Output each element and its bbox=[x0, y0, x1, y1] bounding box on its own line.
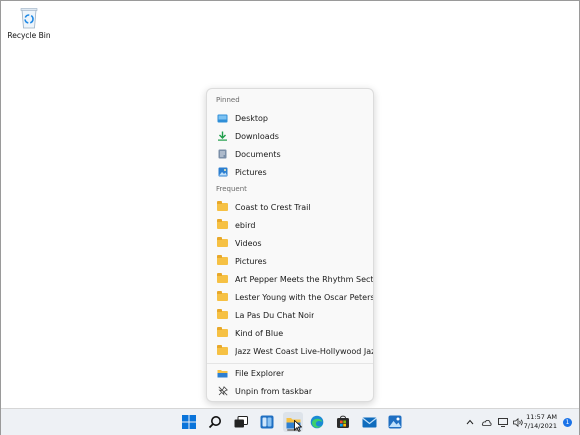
folder-icon bbox=[217, 237, 228, 247]
action-label: Unpin from taskbar bbox=[235, 386, 313, 396]
pinned-item-documents[interactable]: Documents bbox=[207, 145, 373, 163]
frequent-item-label: Videos bbox=[235, 238, 262, 248]
frequent-item-label: Pictures bbox=[235, 256, 267, 266]
frequent-item[interactable]: Kind of Blue bbox=[207, 324, 373, 342]
desktop-icon bbox=[217, 113, 228, 123]
folder-icon bbox=[217, 219, 228, 229]
frequent-item-label: Jazz West Coast Live-Hollywood Jaz... bbox=[235, 346, 373, 356]
widgets-icon bbox=[260, 415, 274, 429]
frequent-item[interactable]: Art Pepper Meets the Rhythm Section bbox=[207, 270, 373, 288]
action-label: File Explorer bbox=[235, 368, 285, 378]
frequent-item-label: Kind of Blue bbox=[235, 328, 284, 338]
file-explorer-jump-list: Pinned Desktop Downloads Documents Pictu… bbox=[206, 88, 374, 402]
frequent-header: Frequent bbox=[216, 185, 247, 193]
recycle-bin-label: Recycle Bin bbox=[7, 31, 51, 40]
pictures-icon bbox=[217, 167, 228, 177]
pinned-item-label: Pictures bbox=[235, 167, 267, 177]
microsoft-store-button[interactable] bbox=[333, 412, 353, 432]
edge-icon bbox=[310, 415, 324, 429]
folder-icon bbox=[217, 327, 228, 337]
frequent-item[interactable]: Pictures bbox=[207, 252, 373, 270]
pinned-item-desktop[interactable]: Desktop bbox=[207, 109, 373, 127]
search-button[interactable] bbox=[205, 412, 225, 432]
frequent-item-label: Art Pepper Meets the Rhythm Section bbox=[235, 274, 373, 284]
display-icon[interactable] bbox=[498, 417, 508, 427]
notification-badge[interactable]: 1 bbox=[563, 418, 572, 427]
mouse-pointer-icon bbox=[294, 420, 302, 432]
pinned-header: Pinned bbox=[216, 96, 240, 104]
start-button[interactable] bbox=[179, 412, 199, 432]
search-icon bbox=[208, 416, 221, 429]
mail-icon bbox=[361, 417, 377, 427]
photos-button[interactable] bbox=[385, 412, 405, 432]
frequent-item[interactable]: La Pas Du Chat Noir bbox=[207, 306, 373, 324]
store-icon bbox=[337, 415, 349, 428]
download-arrow-icon bbox=[217, 131, 228, 141]
chevron-up-icon[interactable] bbox=[466, 419, 474, 425]
frequent-item-label: ebird bbox=[235, 220, 256, 230]
pinned-item-label: Downloads bbox=[235, 131, 279, 141]
frequent-item[interactable]: Jazz West Coast Live-Hollywood Jaz... bbox=[207, 342, 373, 360]
file-explorer-icon bbox=[217, 368, 228, 378]
edge-button[interactable] bbox=[307, 412, 327, 432]
frequent-item[interactable]: Lester Young with the Oscar Petersо bbox=[207, 288, 373, 306]
task-view-icon bbox=[234, 416, 248, 428]
folder-icon bbox=[217, 309, 228, 319]
folder-icon bbox=[217, 201, 228, 211]
folder-icon bbox=[217, 273, 228, 283]
unpin-icon bbox=[217, 386, 228, 396]
folder-icon bbox=[217, 291, 228, 301]
open-file-explorer-item[interactable]: File Explorer bbox=[207, 364, 373, 382]
frequent-item-label: Coast to Crest Trail bbox=[235, 202, 311, 212]
task-view-button[interactable] bbox=[231, 412, 251, 432]
frequent-item-label: Lester Young with the Oscar Petersо bbox=[235, 292, 373, 302]
documents-icon bbox=[217, 149, 228, 159]
windows-logo-icon bbox=[182, 415, 196, 429]
frequent-item[interactable]: ebird bbox=[207, 216, 373, 234]
folder-icon bbox=[217, 255, 228, 265]
onedrive-cloud-icon[interactable] bbox=[481, 419, 492, 426]
mail-button[interactable] bbox=[359, 412, 379, 432]
recycle-bin-shortcut[interactable]: Recycle Bin bbox=[4, 7, 54, 40]
pinned-item-label: Documents bbox=[235, 149, 281, 159]
clock-date: 7/14/2021 bbox=[523, 422, 557, 430]
clock[interactable]: 11:57 AM 7/14/2021 bbox=[524, 413, 557, 431]
clock-time: 11:57 AM bbox=[526, 413, 557, 421]
taskbar: 11:57 AM 7/14/2021 1 bbox=[1, 408, 579, 435]
frequent-item[interactable]: Videos bbox=[207, 234, 373, 252]
frequent-item-label: La Pas Du Chat Noir bbox=[235, 310, 315, 320]
pinned-item-pictures[interactable]: Pictures bbox=[207, 163, 373, 181]
volume-icon[interactable] bbox=[513, 417, 523, 427]
widgets-button[interactable] bbox=[257, 412, 277, 432]
photos-icon bbox=[388, 415, 402, 429]
unpin-from-taskbar-item[interactable]: Unpin from taskbar bbox=[207, 382, 373, 400]
pinned-item-label: Desktop bbox=[235, 113, 268, 123]
frequent-item[interactable]: Coast to Crest Trail bbox=[207, 198, 373, 216]
recycle-bin-icon bbox=[20, 8, 38, 29]
folder-icon bbox=[217, 345, 228, 355]
pinned-item-downloads[interactable]: Downloads bbox=[207, 127, 373, 145]
